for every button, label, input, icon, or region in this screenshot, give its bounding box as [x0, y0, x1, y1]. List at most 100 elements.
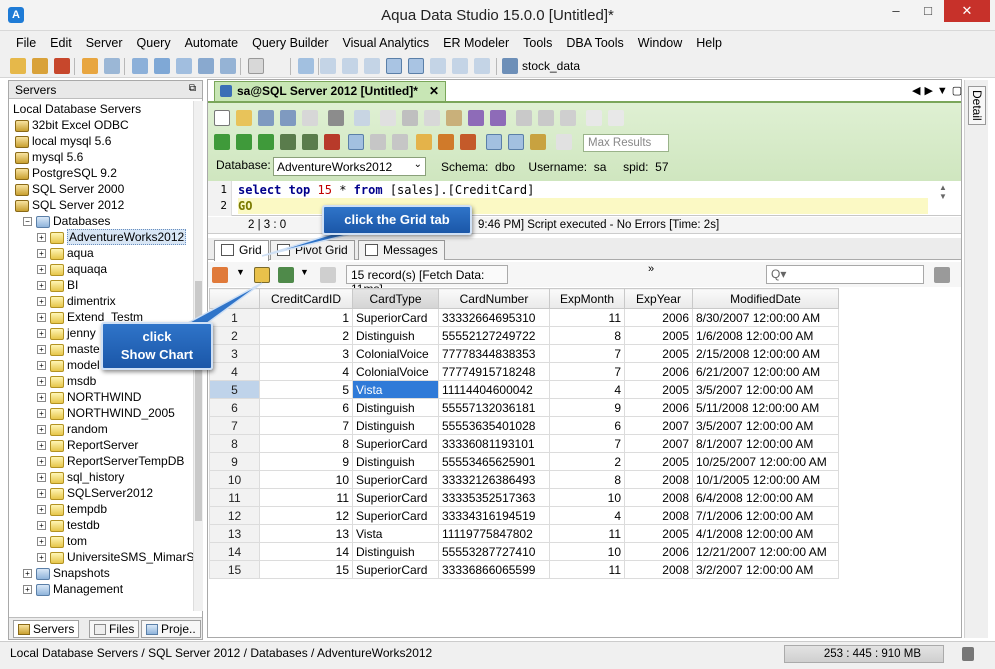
chart-options-icon[interactable]	[212, 267, 228, 283]
table-cell[interactable]: 11	[259, 488, 353, 507]
menu-help[interactable]: Help	[688, 31, 728, 55]
column-header[interactable]: ModifiedDate	[692, 288, 839, 309]
table-cell[interactable]: SuperiorCard	[352, 506, 439, 525]
menu-edit[interactable]: Edit	[42, 31, 78, 55]
row-number[interactable]: 12	[209, 506, 260, 525]
tab-files[interactable]: Files	[89, 620, 140, 638]
table-cell[interactable]: 5	[259, 380, 353, 399]
menu-query[interactable]: Query	[129, 31, 177, 55]
tree-node[interactable]: SQL Server 2012	[15, 197, 124, 213]
table-cell[interactable]: ColonialVoice	[352, 344, 439, 363]
schema-icon[interactable]	[198, 58, 214, 74]
results-grid-icon[interactable]	[348, 134, 364, 150]
query-builder-icon[interactable]	[154, 58, 170, 74]
tree-node[interactable]: + aquaqa	[37, 261, 107, 277]
save-icon[interactable]	[258, 110, 274, 126]
table-cell[interactable]: 15	[259, 560, 353, 579]
layout-3-icon[interactable]	[364, 58, 380, 74]
table-cell[interactable]: Distinguish	[352, 416, 439, 435]
row-number[interactable]: 1	[209, 308, 260, 327]
export-excel-icon[interactable]	[278, 267, 294, 283]
row-number[interactable]: 8	[209, 434, 260, 453]
table-cell[interactable]: 10/25/2007 12:00:00 AM	[692, 452, 839, 471]
close-tab-icon[interactable]: ✕	[429, 82, 439, 100]
stop-icon[interactable]	[324, 134, 340, 150]
table-cell[interactable]: 3/5/2007 12:00:00 AM	[692, 380, 839, 399]
redo-icon[interactable]	[490, 110, 506, 126]
table-cell[interactable]: 7	[549, 344, 625, 363]
result-grid[interactable]: CreditCardID CardType CardNumber ExpMont…	[209, 288, 839, 579]
run-file-icon[interactable]	[302, 134, 318, 150]
chevron-down-icon[interactable]: ▼	[300, 267, 309, 277]
tree-node[interactable]: + SQLServer2012	[37, 485, 153, 501]
table-cell[interactable]: Vista	[352, 524, 439, 543]
table-cell[interactable]: 2005	[624, 452, 693, 471]
compare-icon[interactable]	[176, 58, 192, 74]
table-cell[interactable]: 4	[549, 380, 625, 399]
tab-navigation[interactable]: ◀▶▼▢	[912, 84, 966, 97]
row-number[interactable]: 11	[209, 488, 260, 507]
print-icon[interactable]	[328, 110, 344, 126]
table-cell[interactable]: 55557132036181	[438, 398, 550, 417]
table-cell[interactable]: 77778344838353	[438, 344, 550, 363]
maximize-button[interactable]: □	[912, 0, 944, 22]
edit-server-icon[interactable]	[32, 58, 48, 74]
grid-icon[interactable]	[298, 58, 314, 74]
table-cell[interactable]: 4/1/2008 12:00:00 AM	[692, 524, 839, 543]
table-cell[interactable]: Distinguish	[352, 542, 439, 561]
layout-8-icon[interactable]	[474, 58, 490, 74]
table-cell[interactable]: SuperiorCard	[352, 560, 439, 579]
table-cell[interactable]: 11	[549, 560, 625, 579]
undo-icon[interactable]	[468, 110, 484, 126]
table-cell[interactable]: Distinguish	[352, 326, 439, 345]
layout-split-icon[interactable]	[486, 134, 502, 150]
row-number[interactable]: 10	[209, 470, 260, 489]
table-cell[interactable]: 12/21/2007 12:00:00 AM	[692, 542, 839, 561]
table-cell[interactable]: 8/1/2007 12:00:00 AM	[692, 434, 839, 453]
table-cell[interactable]: 6/21/2007 12:00:00 AM	[692, 362, 839, 381]
row-number[interactable]: 13	[209, 524, 260, 543]
tree-node[interactable]: + Snapshots	[23, 565, 110, 581]
stock-data-icon[interactable]	[502, 58, 518, 74]
rollback-icon[interactable]	[460, 134, 476, 150]
font-size-icon[interactable]	[586, 110, 602, 126]
tree-node[interactable]: + aqua	[37, 245, 94, 261]
layout-7-icon[interactable]	[452, 58, 468, 74]
schema-browser-icon[interactable]	[530, 134, 546, 150]
tree-node[interactable]: + msdb	[37, 373, 96, 389]
table-cell[interactable]: 2005	[624, 524, 693, 543]
tree-node[interactable]: mysql 5.6	[15, 149, 83, 165]
layout-tabbed-icon[interactable]	[508, 134, 524, 150]
table-row[interactable]: 2 2 Distinguish 55552127249722 8 2005 1/6/2008…	[209, 326, 839, 345]
garbage-collect-icon[interactable]	[962, 647, 974, 661]
table-cell[interactable]: 10	[549, 488, 625, 507]
auto-commit-icon[interactable]	[416, 134, 432, 150]
table-cell[interactable]: 3	[259, 344, 353, 363]
paste-icon[interactable]	[446, 110, 462, 126]
menu-automate[interactable]: Automate	[177, 31, 245, 55]
results-text-icon[interactable]	[370, 134, 386, 150]
browser-icon[interactable]	[220, 58, 236, 74]
table-cell[interactable]: 33336081193101	[438, 434, 550, 453]
column-header[interactable]: CardNumber	[438, 288, 550, 309]
table-cell[interactable]: 7	[549, 434, 625, 453]
tree-node[interactable]: + BI	[37, 277, 78, 293]
detail-tab[interactable]: Detail	[968, 86, 986, 125]
row-number[interactable]: 3	[209, 344, 260, 363]
menu-server[interactable]: Server	[78, 31, 129, 55]
table-cell[interactable]: 2006	[624, 362, 693, 381]
table-cell[interactable]: 4	[549, 506, 625, 525]
font-smaller-icon[interactable]	[608, 110, 624, 126]
tree-node[interactable]: + maste	[37, 341, 100, 357]
table-cell[interactable]: 9	[259, 452, 353, 471]
tree-node[interactable]: 32bit Excel ODBC	[15, 117, 129, 133]
column-header[interactable]: ExpMonth	[549, 288, 625, 309]
table-cell[interactable]: 2007	[624, 416, 693, 435]
table-row[interactable]: 4 4 ColonialVoice 77774915718248 7 2006 6/21/2…	[209, 362, 839, 381]
table-row[interactable]: 14 14 Distinguish 55553287727410 10 2006 12/21…	[209, 542, 839, 561]
menu-window[interactable]: Window	[630, 31, 688, 55]
layout-2-icon[interactable]	[342, 58, 358, 74]
menu-er-modeler[interactable]: ER Modeler	[435, 31, 515, 55]
tree-node[interactable]: + ReportServerTempDB	[37, 453, 184, 469]
copy-icon[interactable]	[424, 110, 440, 126]
